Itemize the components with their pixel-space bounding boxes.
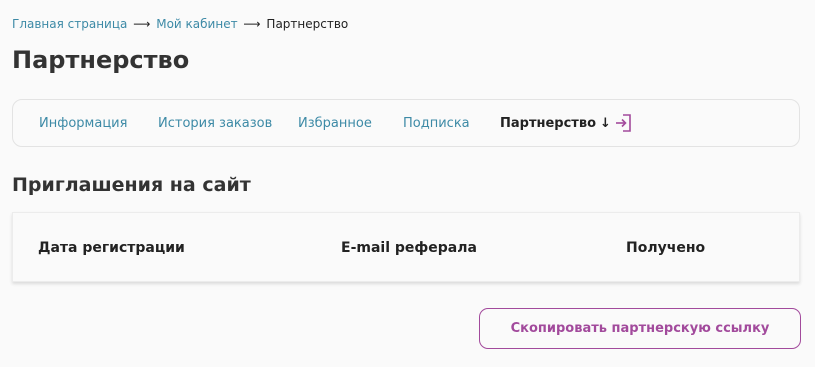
tab-favorites[interactable]: Избранное	[298, 115, 372, 133]
tab-subscription[interactable]: Подписка	[403, 115, 470, 133]
column-header-registration-date: Дата регистрации	[38, 240, 185, 256]
logout-icon[interactable]	[614, 113, 632, 133]
breadcrumb-separator: ⟶	[243, 17, 261, 31]
breadcrumb-separator: ⟶	[133, 17, 151, 31]
breadcrumb-home-link[interactable]: Главная страница	[12, 17, 127, 31]
logout-icon-graphic	[616, 114, 631, 132]
breadcrumb-account-link[interactable]: Мой кабинет	[156, 17, 237, 31]
tab-information[interactable]: Информация	[39, 115, 127, 133]
tab-order-history[interactable]: История заказов	[158, 115, 272, 133]
page-title: Партнерство	[12, 46, 190, 74]
tab-partnership[interactable]: Партнерство ↓	[500, 115, 611, 133]
tab-partnership-label: Партнерство	[500, 116, 596, 131]
arrow-down-icon: ↓	[600, 116, 611, 131]
column-header-referral-email: E-mail реферала	[341, 240, 477, 256]
breadcrumb: Главная страница ⟶ Мой кабинет ⟶ Партнер…	[12, 16, 348, 32]
page: Главная страница ⟶ Мой кабинет ⟶ Партнер…	[0, 0, 815, 367]
account-tabs: Информация История заказов Избранное Под…	[12, 99, 800, 147]
column-header-received: Получено	[626, 240, 706, 256]
copy-partner-link-button[interactable]: Скопировать партнерскую ссылку	[479, 308, 801, 349]
invitations-title: Приглашения на сайт	[12, 174, 251, 196]
breadcrumb-current: Партнерство	[266, 17, 349, 31]
invitations-table: Дата регистрации E-mail реферала Получен…	[12, 212, 800, 282]
